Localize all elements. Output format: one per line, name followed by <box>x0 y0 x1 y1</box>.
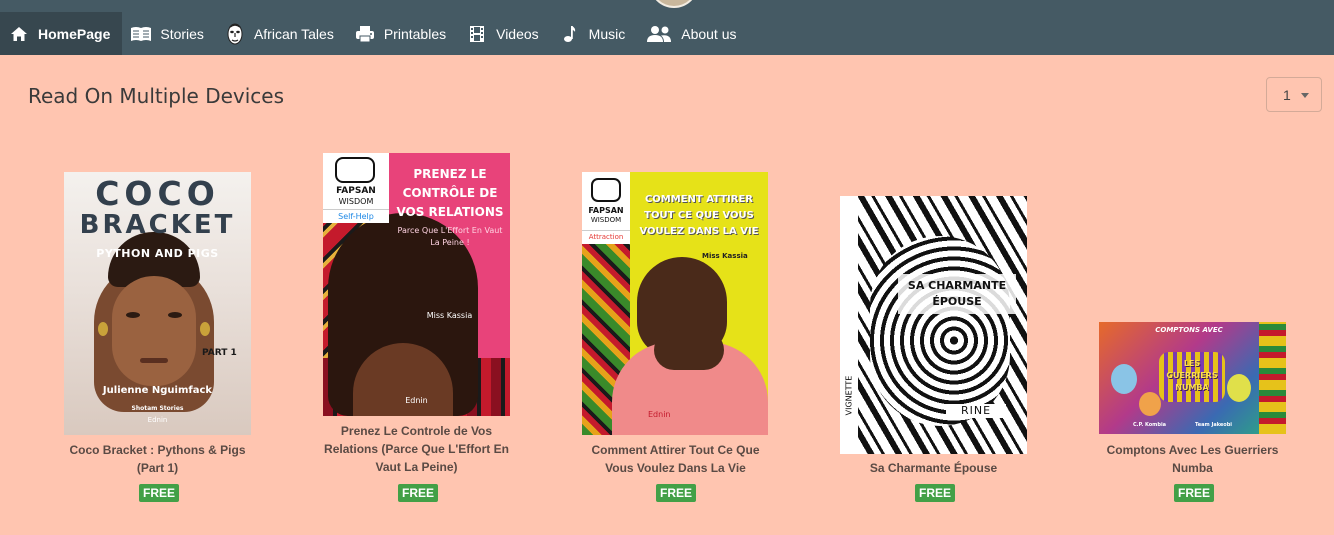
book-title[interactable]: Sa Charmante Épouse <box>804 459 1063 477</box>
cover-brand-line2: WISDOM <box>590 216 622 224</box>
cover-author: Miss Kassia <box>426 311 473 320</box>
cover-publisher: Shotam Stories <box>131 405 184 412</box>
main-nav: HomePage Stories African Tales Printable… <box>0 12 749 55</box>
home-icon <box>8 23 30 45</box>
nav-item-stories[interactable]: Stories <box>122 12 216 55</box>
free-badge: FREE <box>398 484 439 502</box>
book-cover-comptons-avec[interactable]: COMPTONS AVEC LES GUERRIERS NUMBA C.P. K… <box>1099 322 1286 434</box>
book-cover-comment-attirer[interactable]: FAPSAN WISDOM Attraction COMMENT ATTIRER… <box>582 172 768 435</box>
cover-author: Julienne Nguimfack <box>102 385 213 396</box>
cover-part: PART 1 <box>202 348 237 358</box>
cover-category: Attraction <box>582 230 630 243</box>
cover-imprint: Ednin <box>147 416 168 424</box>
top-navbar: HomePage Stories African Tales Printable… <box>0 0 1334 55</box>
book-title[interactable]: Comptons Avec Les Guerriers Numba <box>1063 441 1322 477</box>
book-cover-sa-charmante-epouse[interactable]: SA CHARMANTE ÉPOUSE VIGNETTE RINE <box>840 196 1027 454</box>
nav-item-music[interactable]: Music <box>551 12 638 55</box>
cover-category: Self-Help <box>323 209 389 223</box>
book-icon <box>130 23 152 45</box>
free-badge: FREE <box>1174 484 1215 502</box>
nav-item-label: Printables <box>383 25 447 42</box>
cover-brand-line1: FAPSAN <box>588 206 624 215</box>
music-note-icon <box>559 23 581 45</box>
nav-item-label: Stories <box>160 25 204 42</box>
users-icon <box>645 23 673 45</box>
cover-imprint: Ednin <box>405 396 428 405</box>
cover-brand-line1: FAPSAN <box>336 186 376 196</box>
book-title[interactable]: Coco Bracket : Pythons & Pigs (Part 1) <box>28 441 287 477</box>
cover-author-2: Team Jakeobi <box>1195 422 1233 428</box>
nav-item-label: About us <box>681 25 737 42</box>
cover-brand-line2: WISDOM <box>338 197 374 206</box>
nav-item-label: African Tales <box>253 25 334 42</box>
cover-headline: PRENEZ LE CONTRÔLE DE VOS RELATIONS <box>396 167 504 219</box>
cover-headline-line2: LES GUERRIERS NUMBA <box>1166 359 1218 392</box>
free-badge: FREE <box>915 484 956 502</box>
cover-title-line1: COCO <box>95 174 220 213</box>
nav-item-homepage[interactable]: HomePage <box>0 12 123 55</box>
book-title[interactable]: Prenez Le Controle de Vos Relations (Par… <box>287 422 546 476</box>
cover-imprint: Ednin <box>648 410 671 419</box>
cover-title-line2: BRACKET <box>79 210 236 240</box>
cover-author: C.P. Kombia <box>1133 422 1167 428</box>
cover-subtitle: PYTHON AND PIGS <box>96 247 219 260</box>
nav-item-african-tales[interactable]: African Tales <box>216 12 346 55</box>
printer-icon <box>354 23 376 45</box>
cover-series: VIGNETTE <box>844 375 854 416</box>
cover-headline: SA CHARMANTE ÉPOUSE <box>907 279 1007 308</box>
nav-item-label: HomePage <box>38 25 111 42</box>
cover-subtitle: Parce Que L'Effort En Vaut La Peine ! <box>397 226 503 247</box>
nav-item-about-us[interactable]: About us <box>637 12 748 55</box>
page-select[interactable]: 1 <box>1266 77 1322 112</box>
nav-item-printables[interactable]: Printables <box>346 12 458 55</box>
film-icon <box>466 23 488 45</box>
site-logo[interactable] <box>650 0 698 8</box>
cover-headline-line1: COMPTONS AVEC <box>1155 326 1223 334</box>
caret-down-icon <box>1301 93 1309 98</box>
free-badge: FREE <box>656 484 697 502</box>
nav-item-videos[interactable]: Videos <box>458 12 551 55</box>
page-select-value: 1 <box>1283 86 1291 103</box>
cover-headline: COMMENT ATTIRER TOUT CE QUE VOUS VOULEZ … <box>639 194 759 237</box>
book-title[interactable]: Comment Attirer Tout Ce Que Vous Voulez … <box>546 441 805 477</box>
nav-item-label: Music <box>588 25 626 42</box>
free-badge: FREE <box>139 484 180 502</box>
book-cover-coco-bracket[interactable]: COCO BRACKET PYTHON AND PIGS PART 1 Juli… <box>64 172 251 435</box>
cover-author: RINE <box>960 404 992 417</box>
nav-item-label: Videos <box>496 25 539 42</box>
mask-icon <box>224 23 246 45</box>
section-title: Read On Multiple Devices <box>28 84 285 108</box>
book-cover-prenez-le-controle[interactable]: FAPSAN WISDOM Self-Help PRENEZ LE CONTRÔ… <box>323 153 510 416</box>
cover-author: Miss Kassia <box>702 252 748 260</box>
